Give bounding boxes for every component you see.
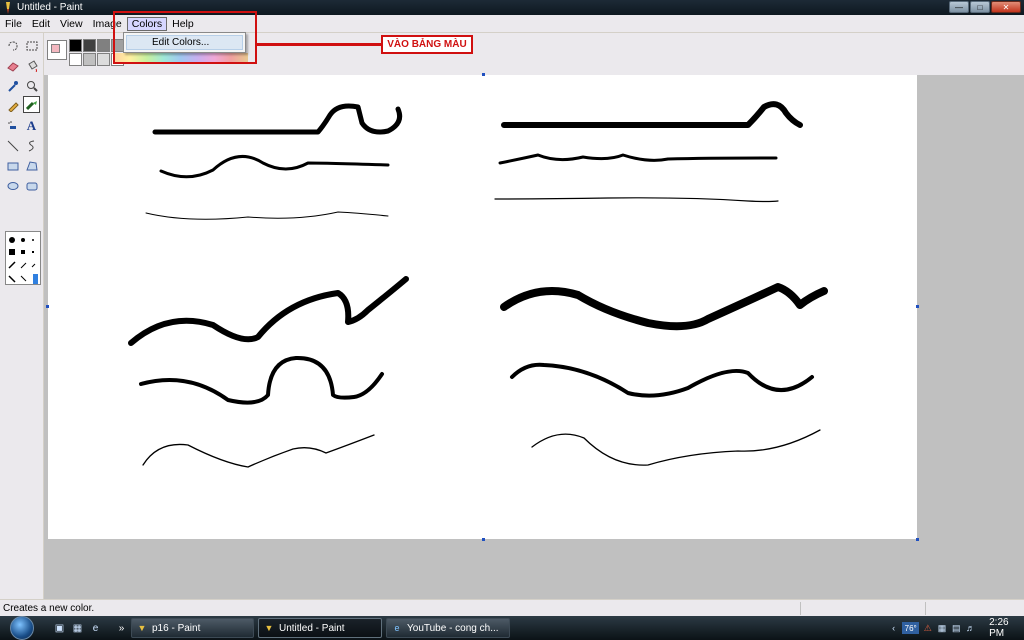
toolbox: A [0,33,44,599]
minimize-button[interactable]: — [949,1,969,13]
paint-icon: ▼ [137,623,147,633]
annotation-label: VÀO BẢNG MÀU [381,35,473,54]
maximize-button[interactable]: □ [970,1,990,13]
color-swatch[interactable] [69,39,82,52]
drawing-canvas[interactable] [48,75,917,539]
paint-app-icon[interactable] [2,1,14,14]
network-icon[interactable]: ▤ [951,622,962,634]
color-swatch[interactable] [83,53,96,66]
more-quick-launch-icon[interactable]: » [114,621,129,635]
free-form-select-icon[interactable] [4,37,21,54]
curve-icon[interactable] [23,137,40,154]
switch-windows-icon[interactable]: ▦ [70,621,85,635]
close-button[interactable]: ✕ [991,1,1021,13]
system-tray: ‹ 76° ⚠ ▦ ▤ ♬ 2:26 PM [888,616,1024,640]
pencil-icon[interactable] [4,97,21,114]
menu-view[interactable]: View [55,17,88,31]
color-swatch[interactable] [97,53,110,66]
menu-edit[interactable]: Edit [27,17,55,31]
alert-icon[interactable]: ⚠ [922,622,933,634]
brush-icon[interactable] [23,96,40,113]
magnifier-icon[interactable] [23,77,40,94]
rounded-rectangle-icon[interactable] [23,177,40,194]
eraser-icon[interactable] [4,57,21,74]
canvas-drawing [128,101,828,468]
annotation-pointer-line [257,43,381,46]
color-swatch[interactable] [69,53,82,66]
show-desktop-icon[interactable]: ▣ [52,621,67,635]
canvas-resize-handle[interactable] [916,538,919,541]
windows-orb-icon [10,616,34,640]
status-bar: Creates a new color. [0,599,1024,616]
paint-icon: ▼ [264,623,274,633]
canvas-resize-handle[interactable] [916,305,919,308]
taskbar-button-p16[interactable]: ▼ p16 - Paint [131,618,254,638]
internet-explorer-icon: e [394,623,400,633]
status-text: Creates a new color. [3,602,95,614]
start-button[interactable] [2,616,42,640]
clock[interactable]: 2:26 PM [989,617,1024,639]
display-icon[interactable]: ▦ [936,622,947,634]
foreground-color [51,44,60,53]
current-colors[interactable] [47,40,67,60]
brush-shape-options[interactable] [5,231,41,285]
status-separator [925,602,926,615]
text-icon[interactable]: A [23,117,40,134]
select-icon[interactable] [23,37,40,54]
canvas-resize-handle[interactable] [482,538,485,541]
menu-file[interactable]: File [0,17,27,31]
internet-explorer-icon[interactable]: e [88,621,103,635]
status-separator [800,602,801,615]
ellipse-icon[interactable] [4,177,21,194]
taskbar-button-youtube[interactable]: e YouTube - cong ch... [386,618,510,638]
color-swatch[interactable] [83,39,96,52]
airbrush-icon[interactable] [4,117,21,134]
annotation-highlight-box [113,11,257,64]
canvas-resize-handle[interactable] [46,305,49,308]
line-icon[interactable] [4,137,21,154]
fill-icon[interactable] [23,57,40,74]
volume-icon[interactable]: ♬ [965,622,976,634]
polygon-icon[interactable] [23,157,40,174]
weather-icon[interactable]: 76° [902,622,920,634]
rectangle-icon[interactable] [4,157,21,174]
pick-color-icon[interactable] [4,77,21,94]
chevron-left-icon[interactable]: ‹ [888,622,899,634]
canvas-resize-handle[interactable] [482,73,485,76]
taskbar-button-untitled[interactable]: ▼ Untitled - Paint [258,618,382,638]
window-title: Untitled - Paint [17,2,83,13]
color-swatch[interactable] [97,39,110,52]
